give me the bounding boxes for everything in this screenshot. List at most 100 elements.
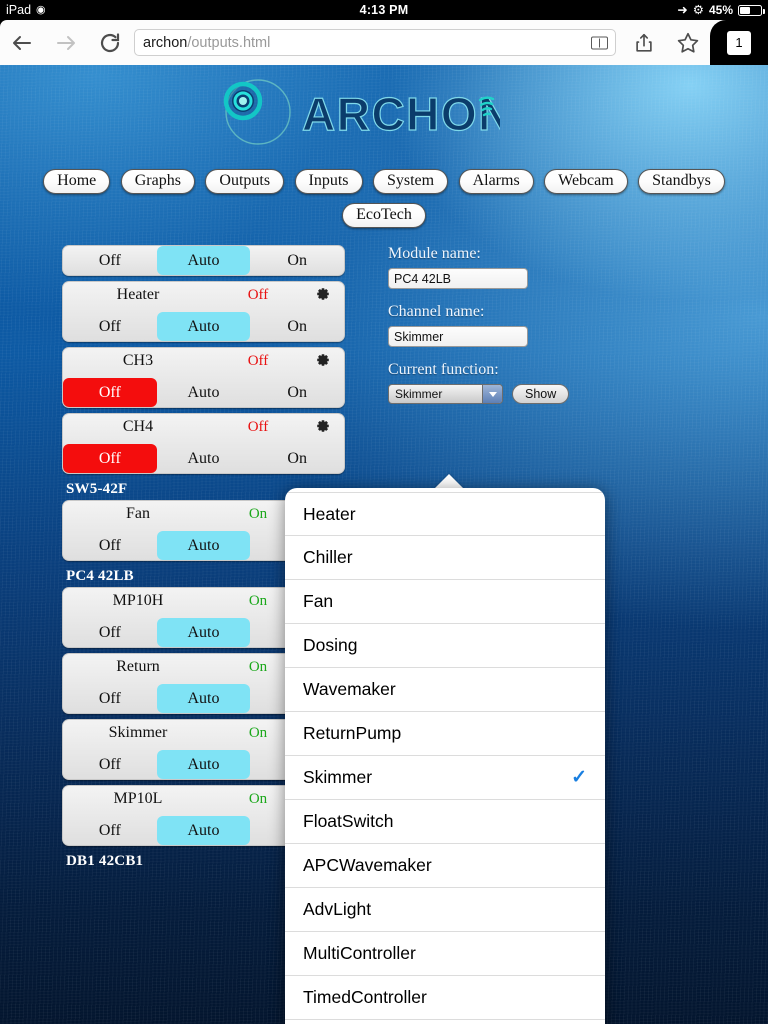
mode-button-group: Off Auto On bbox=[63, 378, 344, 407]
module-name-label: Module name: bbox=[388, 245, 481, 262]
mode-off-button[interactable]: Off bbox=[63, 618, 157, 647]
popover-item-apcwavemaker[interactable]: APCWavemaker bbox=[285, 844, 605, 888]
mode-on-button[interactable]: On bbox=[250, 444, 344, 473]
share-icon[interactable] bbox=[622, 20, 666, 65]
nav-row-secondary: EcoTech bbox=[0, 203, 768, 228]
reload-icon[interactable] bbox=[88, 20, 132, 65]
channel-name-label: Return bbox=[116, 658, 160, 675]
mode-auto-button[interactable]: Auto bbox=[157, 378, 251, 407]
chevron-down-icon[interactable] bbox=[482, 385, 502, 403]
current-function-value: Skimmer bbox=[395, 387, 443, 401]
current-function-label: Current function: bbox=[388, 361, 499, 378]
tab-switcher-button[interactable]: 1 bbox=[710, 20, 768, 65]
popover-item-label: Fan bbox=[303, 591, 334, 611]
mode-off-button[interactable]: Off bbox=[63, 816, 157, 845]
channel-name-label: Heater bbox=[116, 286, 160, 303]
screen-root: iPad ◉ 4:13 PM ➜ ⚙ 45% archon/outputs.ht… bbox=[0, 0, 768, 1024]
gear-icon[interactable] bbox=[314, 419, 332, 437]
popover-item-label: Dosing bbox=[303, 635, 358, 655]
popover-item-label: FloatSwitch bbox=[303, 811, 394, 831]
popover-item-label: Skimmer bbox=[303, 767, 373, 787]
nav-item-outputs[interactable]: Outputs bbox=[205, 169, 285, 194]
mode-off-button[interactable]: Off bbox=[63, 246, 157, 275]
mode-auto-button[interactable]: Auto bbox=[156, 750, 251, 779]
mode-auto-button[interactable]: Auto bbox=[156, 816, 251, 845]
mode-on-button[interactable]: On bbox=[250, 312, 344, 341]
function-select-popover: Heater Chiller Fan Dosing Wavemaker Retu… bbox=[285, 488, 605, 1024]
mode-button-group: Off Auto On bbox=[63, 246, 344, 275]
mode-auto-button[interactable]: Auto bbox=[156, 618, 251, 647]
forward-arrow-icon[interactable] bbox=[44, 20, 88, 65]
bookmark-star-icon[interactable] bbox=[666, 20, 710, 65]
gear-icon[interactable] bbox=[314, 353, 332, 371]
nav-item-system[interactable]: System bbox=[372, 169, 449, 194]
show-button[interactable]: Show bbox=[512, 384, 570, 404]
popover-item-returnpump[interactable]: ReturnPump bbox=[285, 712, 605, 756]
channel-name-label: MP10L bbox=[113, 790, 163, 807]
popover-item-mlc[interactable]: MLC bbox=[285, 1020, 605, 1024]
reader-view-icon[interactable] bbox=[591, 36, 608, 49]
popover-item-floatswitch[interactable]: FloatSwitch bbox=[285, 800, 605, 844]
mode-off-button[interactable]: Off bbox=[63, 684, 157, 713]
nav-item-standbys[interactable]: Standbys bbox=[638, 169, 725, 194]
popover-item-label: ReturnPump bbox=[303, 723, 402, 743]
mode-off-button[interactable]: Off bbox=[63, 531, 157, 560]
url-host: archon bbox=[143, 34, 188, 51]
channel-name-label-form: Channel name: bbox=[388, 303, 485, 320]
popover-item-label: AdvLight bbox=[303, 899, 372, 919]
popover-item-label: APCWavemaker bbox=[303, 855, 432, 875]
mode-off-button[interactable]: Off bbox=[63, 444, 157, 473]
bluetooth-icon: ⚙ bbox=[692, 3, 704, 17]
nav-item-home[interactable]: Home bbox=[43, 169, 111, 194]
popover-item-timedcontroller[interactable]: TimedController bbox=[285, 976, 605, 1020]
channel-name-label: MP10H bbox=[112, 592, 164, 609]
current-function-select[interactable]: Skimmer bbox=[388, 384, 503, 404]
popover-arrow bbox=[434, 474, 464, 489]
channel-state-label: Off bbox=[247, 287, 269, 303]
popover-item-fan[interactable]: Fan bbox=[285, 580, 605, 624]
nav-item-webcam[interactable]: Webcam bbox=[544, 169, 628, 194]
mode-auto-button[interactable]: Auto bbox=[156, 246, 251, 275]
channel-name-label: CH4 bbox=[122, 418, 154, 435]
popover-item-label: TimedController bbox=[303, 987, 427, 1007]
nav-item-inputs[interactable]: Inputs bbox=[294, 169, 363, 194]
mode-off-button[interactable]: Off bbox=[63, 378, 157, 407]
channel-settings-form: Module name: Channel name: Current funct… bbox=[388, 245, 688, 404]
mode-on-button[interactable]: On bbox=[250, 246, 344, 275]
popover-item-heater[interactable]: Heater bbox=[285, 492, 605, 536]
popover-item-advlight[interactable]: AdvLight bbox=[285, 888, 605, 932]
popover-item-skimmer[interactable]: Skimmer ✓ bbox=[285, 756, 605, 800]
nav-item-ecotech[interactable]: EcoTech bbox=[342, 203, 426, 228]
channel-card-ch4: CH4 Off Off Auto On bbox=[62, 413, 345, 474]
mode-off-button[interactable]: Off bbox=[63, 312, 157, 341]
mode-button-group: Off Auto On bbox=[63, 312, 344, 341]
channel-state-label: Off bbox=[247, 419, 269, 435]
url-input[interactable]: archon/outputs.html bbox=[134, 29, 616, 56]
back-arrow-icon[interactable] bbox=[0, 20, 44, 65]
popover-item-label: Heater bbox=[303, 503, 356, 524]
channel-name-label: Fan bbox=[126, 505, 150, 522]
nav-item-graphs[interactable]: Graphs bbox=[120, 169, 195, 194]
popover-item-wavemaker[interactable]: Wavemaker bbox=[285, 668, 605, 712]
browser-toolbar: archon/outputs.html bbox=[0, 20, 768, 65]
mode-auto-button[interactable]: Auto bbox=[156, 531, 251, 560]
channel-name-input[interactable] bbox=[388, 326, 528, 347]
archon-wordmark: ARCHON bbox=[302, 88, 500, 140]
mode-auto-button[interactable]: Auto bbox=[156, 312, 251, 341]
current-function-row: Skimmer Show bbox=[388, 384, 688, 404]
mode-auto-button[interactable]: Auto bbox=[157, 444, 251, 473]
mode-on-button[interactable]: On bbox=[250, 378, 344, 407]
nav-item-alarms[interactable]: Alarms bbox=[458, 169, 534, 194]
gear-icon[interactable] bbox=[314, 287, 332, 305]
mode-off-button[interactable]: Off bbox=[63, 750, 157, 779]
channel-state-label: Off bbox=[247, 353, 269, 369]
checkmark-icon: ✓ bbox=[571, 767, 587, 788]
popover-item-chiller[interactable]: Chiller bbox=[285, 536, 605, 580]
nav-row-primary: Home Graphs Outputs Inputs System Alarms… bbox=[0, 169, 768, 194]
popover-item-dosing[interactable]: Dosing bbox=[285, 624, 605, 668]
module-name-input[interactable] bbox=[388, 268, 528, 289]
battery-percent-label: 45% bbox=[708, 3, 733, 17]
site-nav: Home Graphs Outputs Inputs System Alarms… bbox=[0, 169, 768, 228]
popover-item-multicontroller[interactable]: MultiController bbox=[285, 932, 605, 976]
mode-auto-button[interactable]: Auto bbox=[156, 684, 251, 713]
